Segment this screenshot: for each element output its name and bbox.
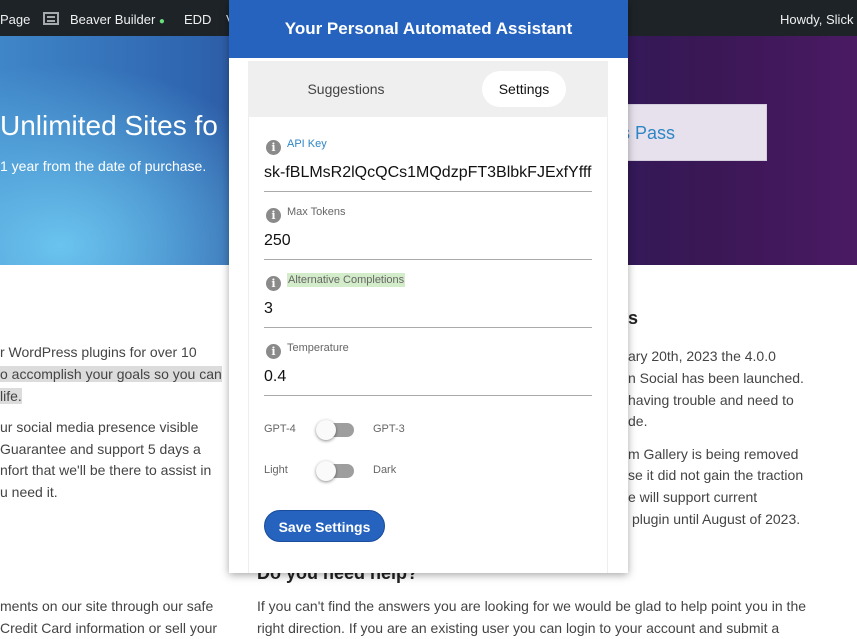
- info-icon: i: [266, 344, 281, 359]
- dark-label: Dark: [373, 464, 397, 476]
- beaver-builder-label: Beaver Builder: [70, 12, 156, 27]
- right-text-line: de.: [628, 413, 648, 429]
- admin-bar-page[interactable]: Page: [0, 0, 30, 36]
- left-text-line: u need it.: [0, 484, 58, 500]
- hero-subtitle: 1 year from the date of purchase.: [0, 158, 207, 174]
- right-text-line: se it did not gain the traction: [628, 467, 804, 483]
- toggle-knob: [316, 461, 336, 481]
- input-underline: [264, 395, 592, 396]
- tab-bar: Suggestions Settings: [248, 61, 608, 117]
- right-text-line: n Social has been launched.: [628, 370, 804, 386]
- theme-toggle[interactable]: [316, 461, 354, 481]
- left-text-line: r WordPress plugins for over 10: [0, 344, 197, 360]
- temperature-input[interactable]: 0.4: [264, 368, 592, 386]
- right-text-line: having trouble and need to: [628, 392, 794, 408]
- model-toggle[interactable]: [316, 420, 354, 440]
- left-text-line: o accomplish your goals so you can: [0, 366, 222, 382]
- api-key-field: i API Key sk-fBLMsR2lQcQCs1MQdzpFT3BlbkF…: [264, 123, 592, 192]
- max-tokens-field: i Max Tokens 250: [264, 191, 592, 260]
- info-icon: i: [266, 276, 281, 291]
- alt-completions-input[interactable]: 3: [264, 300, 592, 318]
- left-text-line: ur social media presence visible: [0, 419, 199, 435]
- admin-bar-beaver-builder[interactable]: Beaver Builder ●: [70, 0, 165, 36]
- right-text-line: plugin until August of 2023.: [632, 511, 801, 527]
- max-tokens-input[interactable]: 250: [264, 232, 592, 250]
- toggle-knob: [316, 420, 336, 440]
- alt-completions-label: Alternative Completions: [287, 273, 406, 287]
- api-key-input[interactable]: sk-fBLMsR2lQcQCs1MQdzpFT3BlbkFJExfYfff: [264, 164, 592, 182]
- left-text-line: nfort that we'll be there to assist in: [0, 462, 212, 478]
- help-text-line: If you can't find the answers you are lo…: [257, 598, 807, 614]
- left-text-line: Guarantee and support 5 days a: [0, 441, 201, 457]
- gpt4-label: GPT-4: [264, 423, 296, 435]
- admin-bar-howdy[interactable]: Howdy, Slick: [780, 0, 853, 36]
- tab-settings[interactable]: Settings: [482, 71, 566, 107]
- left-text-line: ments on our site through our safe: [0, 598, 214, 614]
- save-settings-button[interactable]: Save Settings: [264, 510, 385, 542]
- right-text-line: e will support current: [628, 489, 758, 505]
- temperature-field: i Temperature 0.4: [264, 327, 592, 396]
- temperature-label: Temperature: [287, 342, 349, 354]
- right-text-line: m Gallery is being removed: [628, 446, 799, 462]
- hero-title: Unlimited Sites fo: [0, 110, 218, 141]
- api-key-label: API Key: [287, 138, 327, 150]
- beaver-builder-icon: [43, 12, 59, 25]
- left-text-line: life.: [0, 388, 22, 404]
- assistant-popup: Your Personal Automated Assistant Sugges…: [229, 0, 628, 573]
- info-icon: i: [266, 208, 281, 223]
- status-dot-icon: ●: [158, 16, 165, 27]
- admin-bar-edd[interactable]: EDD: [184, 0, 211, 36]
- info-icon: i: [266, 140, 281, 155]
- news-heading: s: [628, 308, 639, 328]
- gpt3-label: GPT-3: [373, 423, 405, 435]
- popup-title: Your Personal Automated Assistant: [229, 0, 628, 58]
- right-text-line: ary 20th, 2023 the 4.0.0: [628, 348, 776, 364]
- alt-completions-field: i Alternative Completions 3: [264, 259, 592, 328]
- light-label: Light: [264, 464, 288, 476]
- tab-suggestions[interactable]: Suggestions: [286, 71, 406, 107]
- max-tokens-label: Max Tokens: [287, 206, 346, 218]
